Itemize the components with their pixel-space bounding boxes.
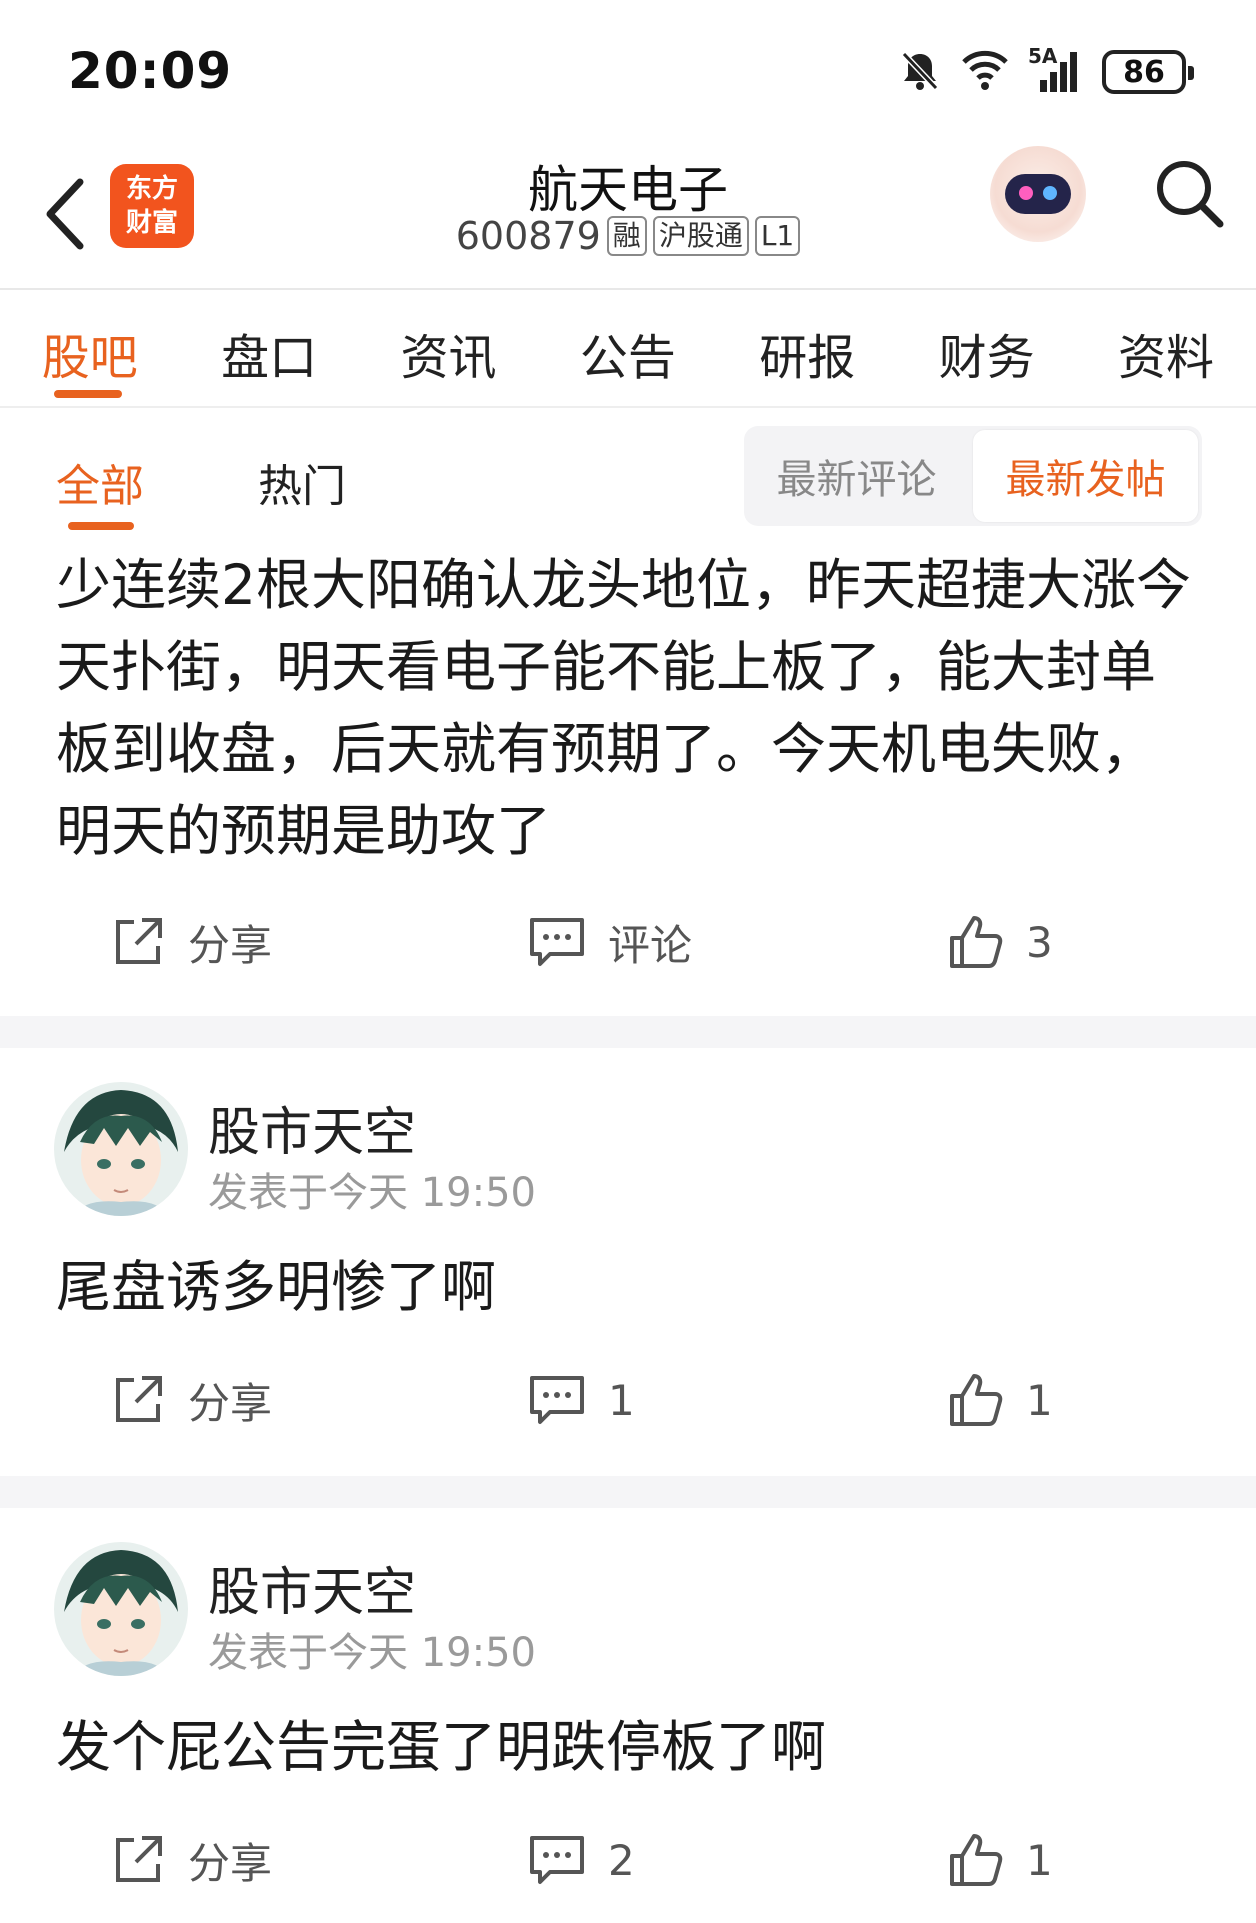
like-count: 1 — [1026, 1375, 1053, 1425]
post-content[interactable]: 少连续2根大阳确认龙头地位，昨天超捷大涨今天扑街，明天看电子能不能上板了，能大封… — [56, 544, 1206, 872]
author-avatar[interactable] — [54, 1082, 188, 1216]
like-count: 1 — [1026, 1835, 1053, 1885]
battery-indicator: 86 — [1102, 50, 1194, 94]
connect-tag: 沪股通 — [652, 216, 749, 256]
share-button[interactable]: 分享 — [110, 1820, 272, 1900]
share-label: 分享 — [188, 1838, 273, 1888]
sub-tab-hot[interactable]: 热门 — [258, 450, 346, 514]
post-timestamp: 发表于今天 19:50 — [208, 1630, 536, 1676]
like-count: 3 — [1026, 917, 1053, 967]
post-action-bar: 分享 2 1 — [0, 1820, 1256, 1900]
post-divider — [0, 1476, 1256, 1508]
stock-code: 600879 — [455, 214, 601, 258]
stock-header: 东方 财富 航天电子 600879 融 沪股通 L1 — [0, 140, 1256, 290]
thumbs-up-icon — [950, 1374, 1003, 1426]
tab-forum[interactable]: 股吧 — [0, 292, 179, 406]
share-icon — [116, 918, 162, 964]
thumbs-up-icon — [950, 1834, 1003, 1886]
level-tag: L1 — [754, 216, 801, 256]
wifi-icon — [960, 48, 1010, 96]
main-tabs: 股吧 盘口 资讯 公告 研报 财务 资料 — [0, 292, 1256, 408]
avatar-image — [54, 1082, 188, 1216]
tab-profile[interactable]: 资料 — [1076, 292, 1255, 406]
comment-icon — [530, 1376, 584, 1424]
status-time: 20:09 — [68, 42, 233, 100]
mute-bell-icon — [898, 48, 942, 96]
share-label: 分享 — [188, 920, 273, 970]
avatar-image — [54, 1542, 188, 1676]
sub-tab-all[interactable]: 全部 — [56, 450, 144, 514]
tab-quote[interactable]: 盘口 — [179, 292, 358, 406]
signal-icon: 5A — [1028, 44, 1084, 94]
comment-icon — [530, 918, 584, 966]
post-action-bar: 分享 1 1 — [0, 1360, 1256, 1440]
sort-latest-post[interactable]: 最新发帖 — [973, 430, 1198, 522]
tab-finance[interactable]: 财务 — [897, 292, 1076, 406]
tab-announcements[interactable]: 公告 — [538, 292, 717, 406]
ai-assistant-button[interactable] — [990, 146, 1086, 242]
sub-tabs: 全部 热门 最新评论 最新发帖 — [0, 410, 1256, 540]
comment-count: 2 — [608, 1835, 635, 1885]
search-icon — [1157, 161, 1224, 228]
comment-button[interactable]: 2 — [528, 1820, 635, 1900]
tab-research[interactable]: 研报 — [718, 292, 897, 406]
post-action-bar: 分享 评论 3 — [0, 902, 1256, 982]
sort-latest-comment[interactable]: 最新评论 — [744, 426, 969, 526]
sort-toggle: 最新评论 最新发帖 — [744, 426, 1202, 526]
status-bar: 20:09 5A 86 — [0, 0, 1256, 140]
status-icons: 5A 86 — [898, 44, 1194, 96]
post-content[interactable]: 尾盘诱多明惨了啊 — [56, 1246, 1206, 1328]
like-button[interactable]: 1 — [948, 1360, 1053, 1440]
like-button[interactable]: 3 — [948, 902, 1053, 982]
comment-button[interactable]: 1 — [528, 1360, 635, 1440]
thumbs-up-icon — [950, 916, 1003, 968]
author-name[interactable]: 股市天空 — [208, 1550, 416, 1625]
comment-count: 1 — [608, 1375, 635, 1425]
search-button[interactable] — [1150, 154, 1230, 234]
like-button[interactable]: 1 — [948, 1820, 1053, 1900]
robot-icon — [1005, 174, 1071, 214]
post-content[interactable]: 发个屁公告完蛋了明跌停板了啊 — [56, 1706, 1206, 1788]
share-icon — [116, 1836, 162, 1882]
margin-tag: 融 — [606, 216, 647, 256]
comment-label: 评论 — [608, 920, 693, 970]
share-icon — [116, 1376, 162, 1422]
share-label: 分享 — [188, 1378, 273, 1428]
author-avatar[interactable] — [54, 1542, 188, 1676]
share-button[interactable]: 分享 — [110, 902, 272, 982]
comment-button[interactable]: 评论 — [528, 902, 692, 982]
post-timestamp: 发表于今天 19:50 — [208, 1170, 536, 1216]
comment-icon — [530, 1836, 584, 1884]
author-name[interactable]: 股市天空 — [208, 1090, 416, 1165]
sub-tab-indicator — [68, 522, 134, 530]
post-divider — [0, 1016, 1256, 1048]
tab-news[interactable]: 资讯 — [359, 292, 538, 406]
share-button[interactable]: 分享 — [110, 1360, 272, 1440]
